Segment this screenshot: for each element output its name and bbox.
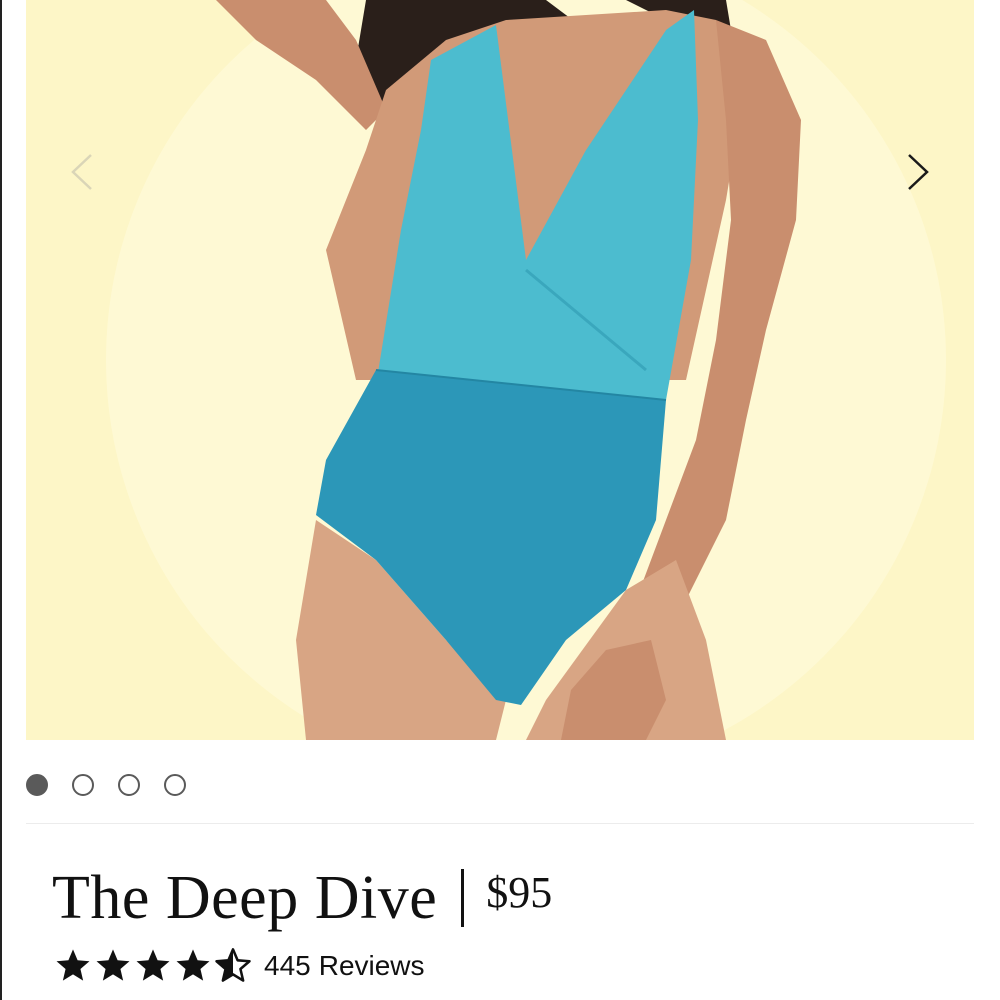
product-header: The Deep Dive $95 xyxy=(52,862,552,934)
previous-image-button[interactable] xyxy=(60,150,104,194)
section-divider xyxy=(26,823,974,824)
next-image-button[interactable] xyxy=(896,150,940,194)
star-half-icon xyxy=(215,948,251,982)
carousel-pagination xyxy=(26,770,210,800)
product-price: $95 xyxy=(486,867,553,917)
review-count: 445 xyxy=(264,950,311,981)
title-separator xyxy=(461,869,465,927)
viewport-edge xyxy=(0,0,2,1000)
carousel-dot-2[interactable] xyxy=(72,774,94,796)
carousel-dot-1[interactable] xyxy=(26,774,48,796)
star-rating xyxy=(54,947,254,985)
product-title: The Deep Dive xyxy=(52,863,438,932)
carousel-dot-3[interactable] xyxy=(118,774,140,796)
product-page: The Deep Dive $95 445 Reviews xyxy=(0,0,1000,1000)
star-full-icon xyxy=(56,949,90,981)
rating-summary[interactable]: 445 Reviews xyxy=(54,945,425,987)
carousel-dot-4[interactable] xyxy=(164,774,186,796)
chevron-left-icon xyxy=(71,154,92,190)
product-photo xyxy=(26,0,974,740)
product-image-carousel[interactable] xyxy=(26,0,974,740)
star-full-icon xyxy=(136,949,170,981)
star-full-icon xyxy=(96,949,130,981)
reviews-link[interactable]: Reviews xyxy=(319,950,425,982)
star-full-icon xyxy=(176,949,210,981)
chevron-right-icon xyxy=(908,154,929,190)
